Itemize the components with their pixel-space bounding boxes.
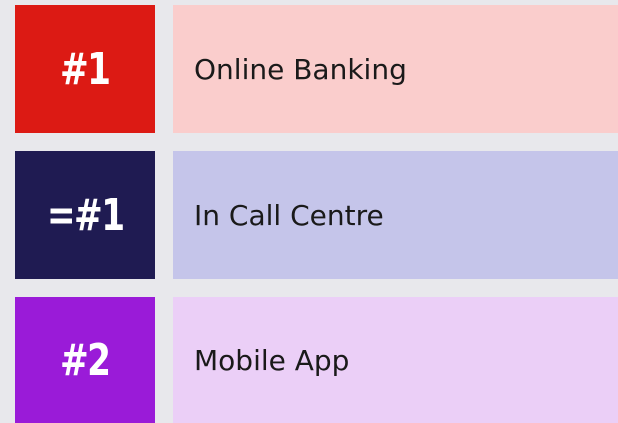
- divider: [155, 5, 173, 133]
- divider: [155, 151, 173, 279]
- channel-label: Online Banking: [194, 52, 407, 86]
- rank-badge: #1: [15, 5, 155, 133]
- channel-label: In Call Centre: [194, 198, 384, 232]
- channel-label: Mobile App: [194, 343, 350, 377]
- rank-text: #1: [60, 43, 111, 95]
- rank-badge: =#1: [15, 151, 155, 279]
- ranking-row-mobile-app: #2 Mobile App: [15, 297, 618, 423]
- divider: [155, 297, 173, 423]
- ranking-row-call-centre: =#1 In Call Centre: [15, 151, 618, 279]
- rank-badge: #2: [15, 297, 155, 423]
- channel-label-cell: In Call Centre: [173, 151, 618, 279]
- channel-label-cell: Online Banking: [173, 5, 618, 133]
- rank-text: #2: [60, 334, 111, 386]
- ranking-row-online-banking: #1 Online Banking: [15, 5, 618, 133]
- rank-text: =#1: [46, 189, 125, 241]
- channel-label-cell: Mobile App: [173, 297, 618, 423]
